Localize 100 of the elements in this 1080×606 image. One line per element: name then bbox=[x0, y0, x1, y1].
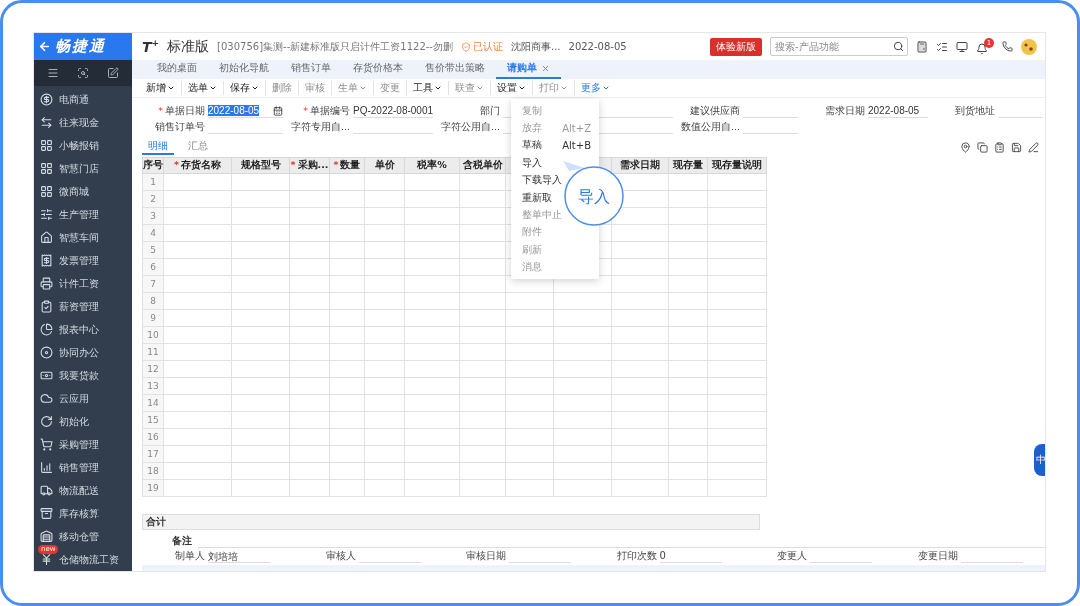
refresh-icon bbox=[40, 415, 53, 428]
field-label: 制单人 bbox=[174, 549, 206, 563]
field-label: 建议供应商 bbox=[689, 104, 741, 118]
clipboard-icon[interactable] bbox=[994, 141, 1005, 153]
phone-icon[interactable] bbox=[1002, 41, 1013, 52]
detail-tab[interactable]: 明细 bbox=[142, 139, 174, 155]
toolbar-button[interactable]: 新增 bbox=[140, 81, 181, 95]
page-tab[interactable]: 我的桌面 bbox=[146, 60, 208, 79]
input-field[interactable]: 刘培培 bbox=[208, 549, 270, 563]
column-header: 现存量说明 bbox=[707, 157, 767, 174]
avatar-icon[interactable] bbox=[1021, 38, 1037, 55]
field-label: * 单据日期 bbox=[157, 104, 206, 118]
grid-icon bbox=[40, 162, 53, 175]
banknote-icon bbox=[40, 369, 53, 382]
sidebar-item[interactable]: 计件工资 bbox=[34, 272, 132, 295]
sidebar-item[interactable]: 小畅报销 bbox=[34, 134, 132, 157]
new-version-button[interactable]: 体验新版 bbox=[710, 37, 762, 56]
page-tab[interactable]: 销售订单 bbox=[280, 60, 342, 79]
sidebar-item[interactable]: 云应用 bbox=[34, 387, 132, 410]
receipt-icon bbox=[40, 254, 53, 267]
sidebar-item[interactable]: 物流配送 bbox=[34, 479, 132, 502]
sidebar-item[interactable]: 电商通 bbox=[34, 88, 132, 111]
sidebar-item[interactable]: 我要贷款 bbox=[34, 364, 132, 387]
location-icon[interactable] bbox=[960, 141, 971, 153]
truck-icon bbox=[40, 484, 53, 497]
back-icon[interactable] bbox=[38, 40, 51, 53]
header-date: 2022-08-05 bbox=[568, 41, 627, 52]
sidebar-item[interactable]: 库存核算 bbox=[34, 502, 132, 525]
close-icon[interactable] bbox=[541, 64, 550, 73]
page-tab[interactable]: 售价带出策略 bbox=[414, 60, 496, 79]
sidebar-item[interactable]: 智慧门店 bbox=[34, 157, 132, 180]
clipboard-icon bbox=[40, 300, 53, 313]
floating-tab[interactable]: 中 bbox=[1034, 444, 1045, 476]
search-icon[interactable] bbox=[893, 41, 904, 52]
search-icon[interactable] bbox=[77, 67, 89, 79]
sidebar-item[interactable]: 薪资管理 bbox=[34, 295, 132, 318]
grid-icon bbox=[40, 185, 53, 198]
sidebar-item[interactable]: 移动仓管 bbox=[34, 525, 132, 548]
totals-bar: 合计 bbox=[142, 514, 760, 530]
column-header: 税率% bbox=[404, 157, 460, 174]
shield-icon bbox=[460, 41, 471, 52]
edit-icon[interactable] bbox=[1028, 141, 1039, 153]
caret-icon bbox=[209, 84, 217, 92]
account-name: [030756]集测--新建标准版只启计件工资1122--勿删 bbox=[217, 39, 453, 54]
menu-icon[interactable] bbox=[47, 67, 59, 79]
field-label: 字符公用自... bbox=[439, 120, 501, 134]
arrows-icon bbox=[40, 116, 53, 129]
toolbar-button[interactable]: 工具 bbox=[406, 81, 448, 95]
printer-icon bbox=[40, 277, 53, 290]
calculator-icon[interactable] bbox=[916, 40, 928, 53]
product-logo: T$^{+}$ bbox=[142, 38, 160, 55]
sidebar-item[interactable]: 初始化 bbox=[34, 410, 132, 433]
cloud-icon bbox=[40, 392, 53, 405]
warehouse-icon bbox=[40, 530, 53, 543]
search-field[interactable]: 搜索-产品功能 bbox=[770, 37, 908, 56]
field-label: 到货地址 bbox=[954, 104, 996, 118]
sidebar-item[interactable]: 微商城 bbox=[34, 180, 132, 203]
sidebar-item[interactable]: 发票管理 bbox=[34, 249, 132, 272]
caret-icon bbox=[560, 84, 568, 92]
caret-icon bbox=[359, 84, 367, 92]
caret-icon bbox=[167, 84, 175, 92]
toolbar-button[interactable]: 设置 bbox=[490, 81, 532, 95]
column-header: 规格型号 bbox=[231, 157, 290, 174]
shortcut-text: Alt+B bbox=[562, 139, 591, 151]
cart-icon bbox=[40, 438, 53, 451]
field-label: 字符专用自... bbox=[289, 120, 351, 134]
app-logo[interactable]: 畅捷通 bbox=[34, 33, 132, 60]
sidebar-item[interactable]: 销售管理 bbox=[34, 456, 132, 479]
toolbar-button[interactable]: 更多 bbox=[574, 81, 616, 95]
page-tab[interactable]: 请购单 bbox=[496, 60, 561, 79]
save-icon[interactable] bbox=[1011, 141, 1022, 153]
sidebar-item[interactable]: 协同办公 bbox=[34, 341, 132, 364]
field-label: 审核人 bbox=[324, 549, 357, 563]
edition-title: 标准版 bbox=[167, 37, 210, 56]
menu-item[interactable]: 草稿 Alt+B bbox=[511, 136, 599, 155]
input-field[interactable]: 2022-08-05 bbox=[868, 104, 928, 118]
calendar-icon[interactable] bbox=[273, 105, 283, 116]
input-field[interactable]: 0 bbox=[659, 549, 722, 563]
sidebar-item[interactable]: 往来现金 bbox=[34, 111, 132, 134]
monitor-icon[interactable] bbox=[956, 40, 968, 53]
detail-tab[interactable]: 汇总 bbox=[182, 139, 214, 155]
field-label: 需求日期 bbox=[824, 104, 866, 118]
caret-icon bbox=[434, 84, 442, 92]
checklist-icon[interactable] bbox=[936, 40, 948, 53]
sidebar-item[interactable]: 智慧车间 bbox=[34, 226, 132, 249]
coin-icon bbox=[40, 93, 53, 106]
sidebar-item[interactable]: 采购管理 bbox=[34, 433, 132, 456]
toolbar-button[interactable]: 保存 bbox=[223, 81, 265, 95]
column-header: * 数量 bbox=[329, 157, 365, 174]
edit-icon[interactable] bbox=[107, 67, 119, 79]
input-field[interactable]: PQ-2022-08-0001 bbox=[353, 104, 433, 118]
toolbar-button[interactable]: 选单 bbox=[181, 81, 223, 95]
sidebar-item[interactable]: 报表中心 bbox=[34, 318, 132, 341]
sidebar-item[interactable]: 生产管理 bbox=[34, 203, 132, 226]
page-tab[interactable]: 初始化导航 bbox=[208, 60, 280, 79]
remarks-label: 备注 bbox=[171, 534, 193, 548]
page-tab[interactable]: 存货价格本 bbox=[342, 60, 414, 79]
logo-text: 畅捷通 bbox=[55, 37, 106, 56]
field-label: 打印次数 bbox=[615, 549, 658, 563]
copy-icon[interactable] bbox=[977, 141, 988, 153]
